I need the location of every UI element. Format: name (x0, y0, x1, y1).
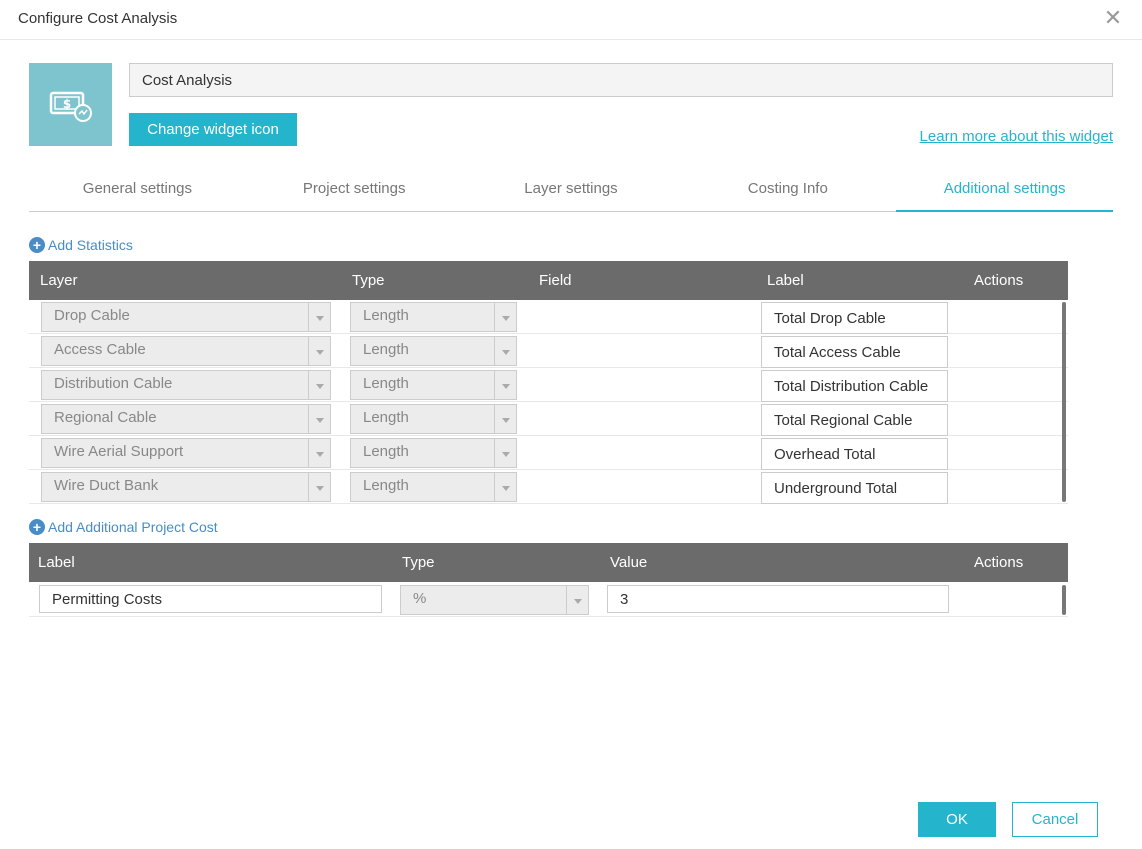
type-select-value: Length (363, 307, 409, 324)
type-select[interactable]: Length (350, 438, 517, 468)
change-widget-icon-button[interactable]: Change widget icon (129, 113, 297, 146)
column-header-type: Type (402, 554, 435, 571)
chevron-down-icon (308, 303, 330, 331)
chevron-down-icon (494, 439, 516, 467)
add-statistics-link[interactable]: + Add Statistics (29, 237, 133, 253)
table-row: Regional Cable Length Total Regional Cab… (29, 402, 1068, 436)
layer-select-value: Drop Cable (54, 307, 130, 324)
layer-select[interactable]: Wire Aerial Support (41, 438, 331, 468)
column-header-type: Type (352, 272, 385, 289)
chevron-down-icon (308, 405, 330, 433)
tab-layer-settings[interactable]: Layer settings (463, 168, 680, 211)
close-icon[interactable]: ✕ (1102, 6, 1124, 30)
label-input[interactable]: Total Access Cable (761, 336, 948, 368)
tab-costing-info[interactable]: Costing Info (679, 168, 896, 211)
project-cost-table-header: Label Type Value Actions (29, 543, 1068, 582)
type-select[interactable]: Length (350, 404, 517, 434)
chevron-down-icon (494, 371, 516, 399)
column-header-field: Field (539, 272, 572, 289)
column-header-value: Value (610, 554, 648, 571)
ok-button[interactable]: OK (918, 802, 996, 837)
layer-select-value: Wire Duct Bank (54, 477, 159, 494)
chevron-down-icon (494, 337, 516, 365)
type-select-value: Length (363, 375, 409, 392)
learn-more-link[interactable]: Learn more about this widget (920, 128, 1113, 145)
column-header-actions: Actions (974, 272, 1024, 289)
cost-label-input[interactable]: Permitting Costs (39, 585, 382, 613)
column-header-label: Label (767, 272, 804, 289)
label-input[interactable]: Overhead Total (761, 438, 948, 470)
cost-type-value: % (413, 590, 427, 607)
plus-circle-icon: + (29, 237, 45, 253)
layer-select[interactable]: Distribution Cable (41, 370, 331, 400)
chevron-down-icon (494, 473, 516, 501)
project-cost-table-body: Permitting Costs % 3 (29, 583, 1068, 617)
label-input[interactable]: Total Drop Cable (761, 302, 948, 334)
statistics-table-body: Drop Cable Length Total Drop Cable Acces… (29, 300, 1068, 504)
layer-select-value: Wire Aerial Support (54, 443, 184, 460)
add-statistics-label: Add Statistics (48, 237, 133, 253)
layer-select[interactable]: Regional Cable (41, 404, 331, 434)
type-select[interactable]: Length (350, 370, 517, 400)
cancel-button[interactable]: Cancel (1012, 802, 1098, 837)
svg-text:$: $ (62, 97, 70, 111)
add-project-cost-label: Add Additional Project Cost (48, 519, 218, 535)
label-input[interactable]: Total Distribution Cable (761, 370, 948, 402)
statistics-table-header: Layer Type Field Label Actions (29, 261, 1068, 300)
type-select-value: Length (363, 443, 409, 460)
settings-tabs: General settings Project settings Layer … (29, 168, 1113, 212)
label-input[interactable]: Underground Total (761, 472, 948, 504)
table-row: Wire Aerial Support Length Overhead Tota… (29, 436, 1068, 470)
tab-project-settings[interactable]: Project settings (246, 168, 463, 211)
table-row: Distribution Cable Length Total Distribu… (29, 368, 1068, 402)
dialog-title: Configure Cost Analysis (18, 10, 178, 27)
type-select[interactable]: Length (350, 336, 517, 366)
table-row: Drop Cable Length Total Drop Cable (29, 300, 1068, 334)
column-header-layer: Layer (40, 272, 78, 289)
layer-select-value: Access Cable (54, 341, 146, 358)
type-select-value: Length (363, 341, 409, 358)
chevron-down-icon (308, 337, 330, 365)
chevron-down-icon (494, 405, 516, 433)
widget-name-input[interactable] (129, 63, 1113, 97)
layer-select[interactable]: Access Cable (41, 336, 331, 366)
type-select[interactable]: Length (350, 472, 517, 502)
layer-select[interactable]: Drop Cable (41, 302, 331, 332)
type-select-value: Length (363, 477, 409, 494)
column-header-actions: Actions (974, 554, 1024, 571)
type-select[interactable]: Length (350, 302, 517, 332)
label-input[interactable]: Total Regional Cable (761, 404, 948, 436)
dialog-header: Configure Cost Analysis ✕ (0, 0, 1142, 40)
chevron-down-icon (308, 473, 330, 501)
type-select-value: Length (363, 409, 409, 426)
tab-additional-settings[interactable]: Additional settings (896, 168, 1113, 212)
table-row: Access Cable Length Total Access Cable (29, 334, 1068, 368)
layer-select-value: Distribution Cable (54, 375, 173, 392)
add-project-cost-link[interactable]: + Add Additional Project Cost (29, 519, 218, 535)
plus-circle-icon: + (29, 519, 45, 535)
column-header-label: Label (38, 554, 75, 571)
chevron-down-icon (494, 303, 516, 331)
chevron-down-icon (566, 586, 588, 614)
layer-select[interactable]: Wire Duct Bank (41, 472, 331, 502)
statistics-scrollbar[interactable] (1062, 302, 1066, 502)
layer-select-value: Regional Cable (54, 409, 157, 426)
chevron-down-icon (308, 371, 330, 399)
cost-value-input[interactable]: 3 (607, 585, 949, 613)
widget-icon-preview: $ (29, 63, 112, 146)
project-cost-scrollbar[interactable] (1062, 585, 1066, 615)
cost-type-select[interactable]: % (400, 585, 589, 615)
table-row: Wire Duct Bank Length Underground Total (29, 470, 1068, 504)
chevron-down-icon (308, 439, 330, 467)
tab-general-settings[interactable]: General settings (29, 168, 246, 211)
money-icon: $ (49, 91, 92, 122)
